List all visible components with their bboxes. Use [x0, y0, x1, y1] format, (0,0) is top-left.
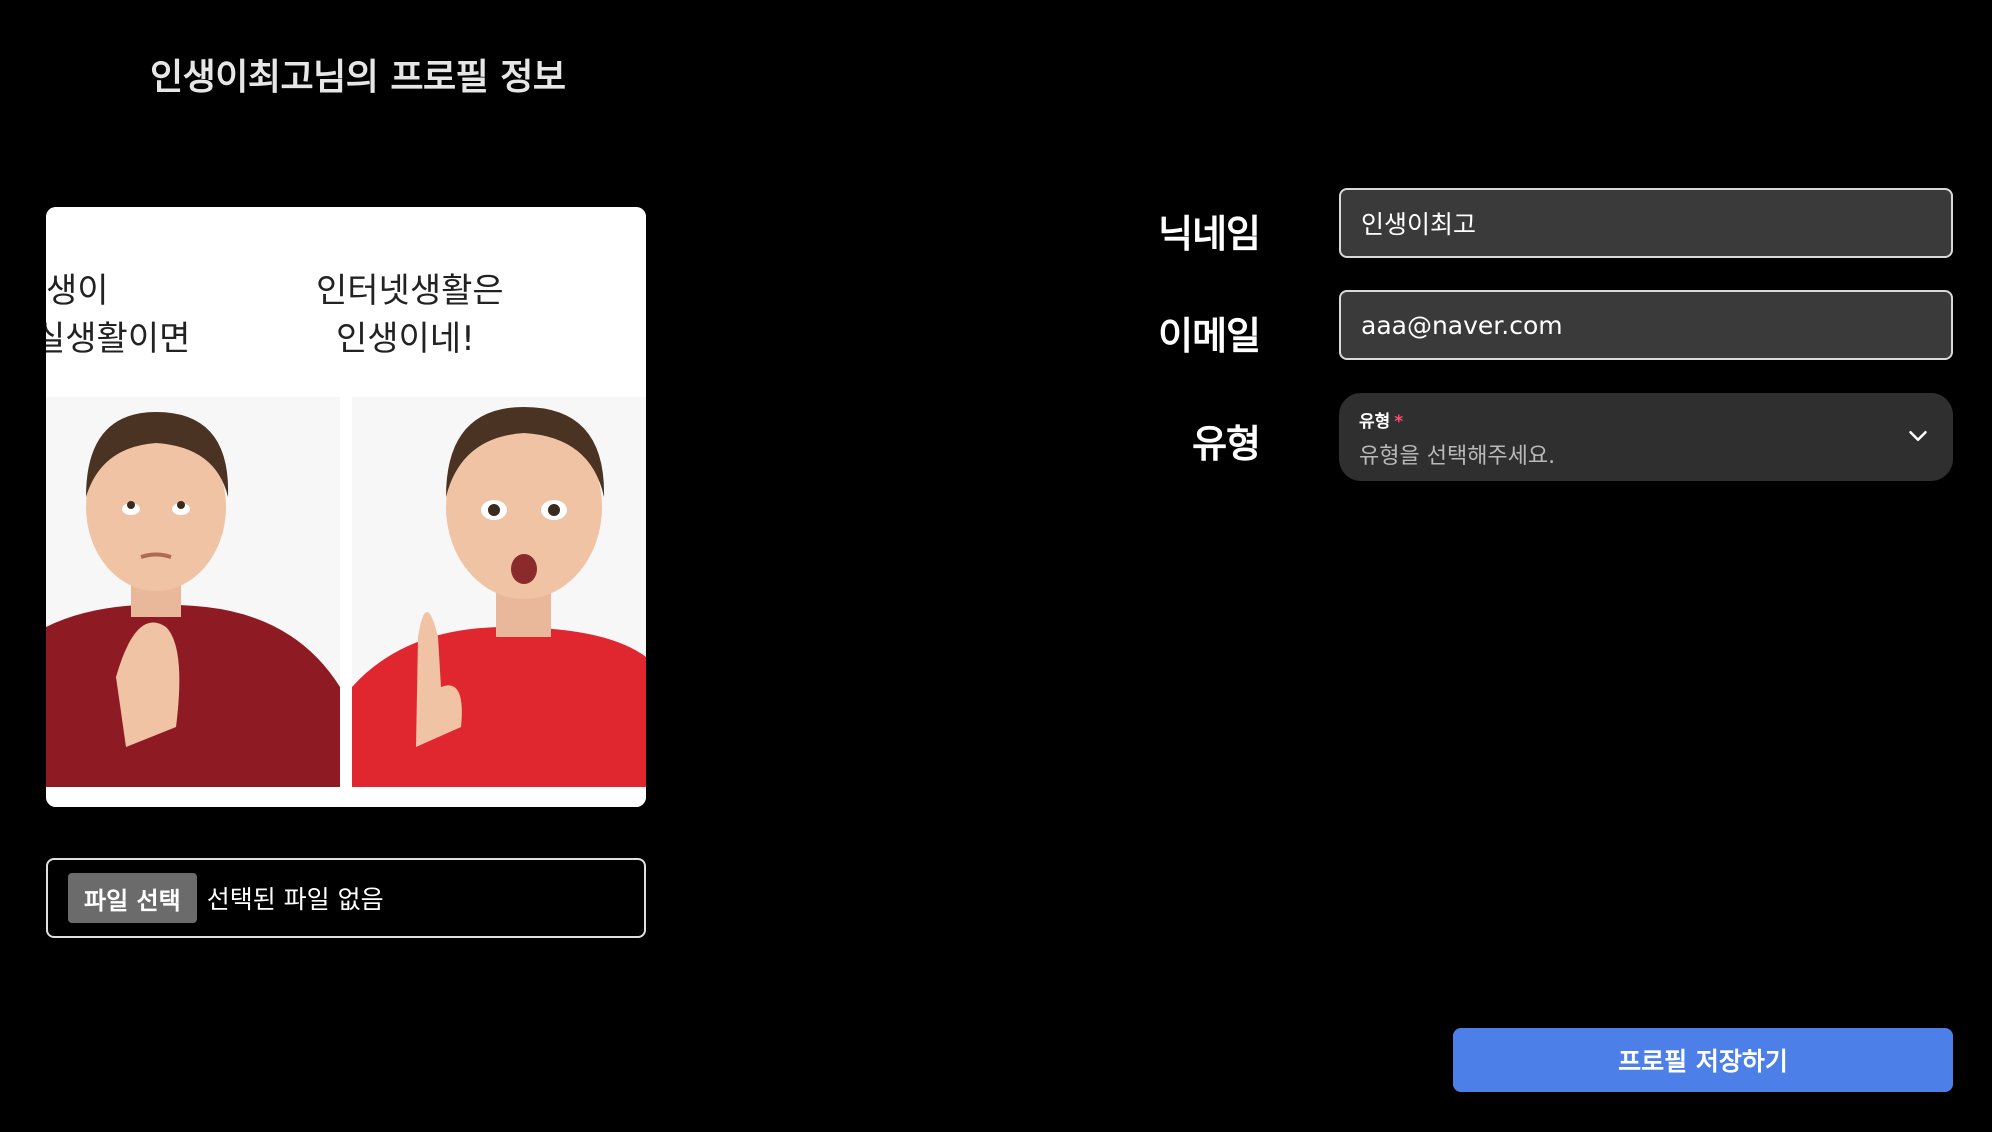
- profile-image: 생이 실생활이면 인터넷생활은 인생이네!: [46, 207, 646, 807]
- caption-right-2: 인생이네!: [336, 319, 475, 359]
- nickname-input[interactable]: [1339, 188, 1953, 258]
- caption-right-1: 인터넷생활은: [316, 271, 504, 311]
- email-label: 이메일: [1158, 314, 1261, 358]
- save-profile-button[interactable]: 프로필 저장하기: [1453, 1028, 1953, 1092]
- nickname-label: 닉네임: [1158, 212, 1261, 256]
- type-label: 유형: [1192, 422, 1261, 466]
- chevron-down-icon: [1909, 431, 1927, 441]
- choose-file-button[interactable]: 파일 선택: [68, 873, 197, 923]
- file-input[interactable]: 파일 선택 선택된 파일 없음: [46, 858, 646, 938]
- meme-image: 생이 실생활이면 인터넷생활은 인생이네!: [46, 207, 646, 807]
- caption-left-2: 실생활이면: [46, 319, 190, 359]
- type-select-label: 유형 *: [1359, 412, 1404, 432]
- email-input[interactable]: [1339, 290, 1953, 360]
- type-select-placeholder: 유형을 선택해주세요.: [1359, 444, 1556, 469]
- profile-page: 인생이최고님의 프로필 정보 생이 실생활이면 인터넷생활은 인생이네! 파일 …: [0, 0, 1992, 1132]
- type-select[interactable]: 유형 * 유형을 선택해주세요.: [1339, 393, 1953, 481]
- caption-left-1: 생이: [46, 271, 109, 311]
- file-status: 선택된 파일 없음: [206, 885, 384, 914]
- page-title: 인생이최고님의 프로필 정보: [150, 57, 566, 98]
- required-mark: *: [1394, 412, 1404, 432]
